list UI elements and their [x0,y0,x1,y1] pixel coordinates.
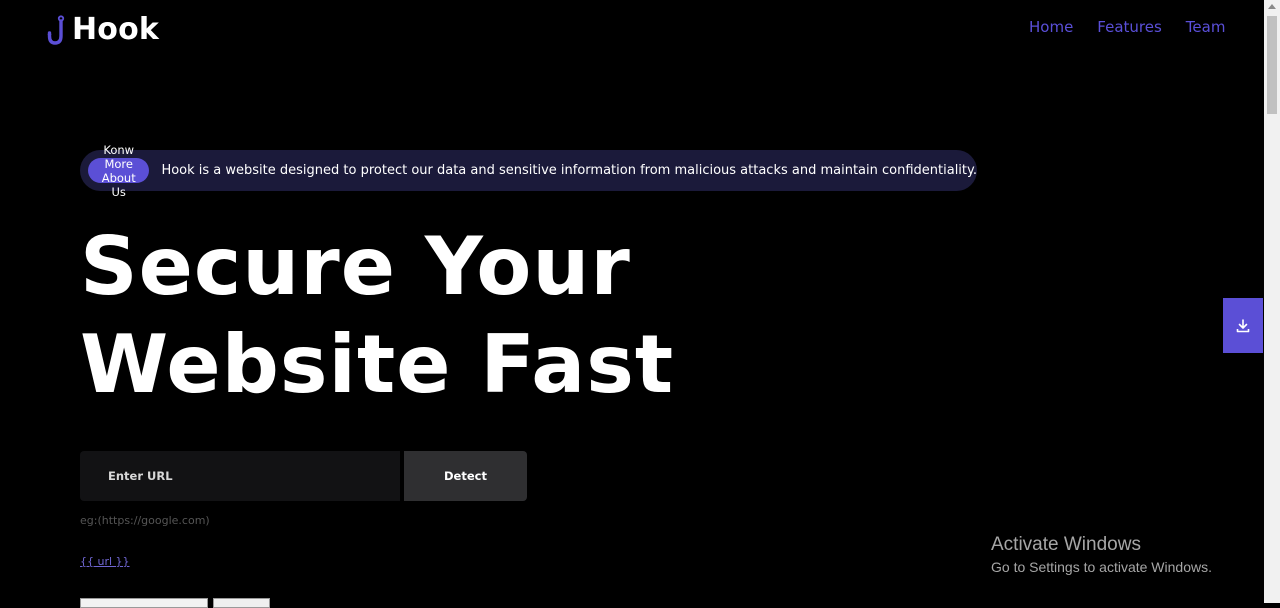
watermark-subtitle: Go to Settings to activate Windows. [991,559,1212,575]
partial-button[interactable] [213,598,270,608]
hero-title-line-1: Secure Your [80,220,631,313]
windows-activation-watermark: Activate Windows Go to Settings to activ… [991,534,1212,578]
hero-title-line-2: Website Fast [80,318,675,411]
brand-name: Hook [72,12,160,47]
partial-select[interactable] [80,598,208,608]
info-banner: Konw More About Us Hook is a website des… [80,143,977,199]
nav-link-team[interactable]: Team [1186,18,1226,36]
scrollbar-thumb[interactable] [1267,16,1277,114]
download-icon [1236,318,1250,332]
download-button[interactable] [1223,298,1263,353]
page: Hook Home Features Team Konw More About … [0,0,1264,608]
banner-text: Hook is a website designed to protect ou… [161,163,977,178]
know-more-button[interactable]: Konw More About Us [88,143,150,199]
url-input[interactable] [80,451,400,501]
vertical-scrollbar[interactable] [1264,0,1280,603]
url-result-link[interactable]: {{ url }} [80,555,130,568]
url-example-hint: eg:(https://google.com) [80,514,210,527]
nav-link-home[interactable]: Home [1029,18,1073,36]
detect-button[interactable]: Detect [404,451,527,501]
nav-link-features[interactable]: Features [1097,18,1162,36]
brand-logo[interactable]: Hook [47,12,159,47]
scroll-up-arrow-icon[interactable] [1268,4,1276,9]
hook-icon [47,14,65,45]
watermark-title: Activate Windows [991,534,1141,555]
hero-title: Secure Your Website Fast [80,218,674,414]
main-nav: Home Features Team [1029,18,1225,36]
